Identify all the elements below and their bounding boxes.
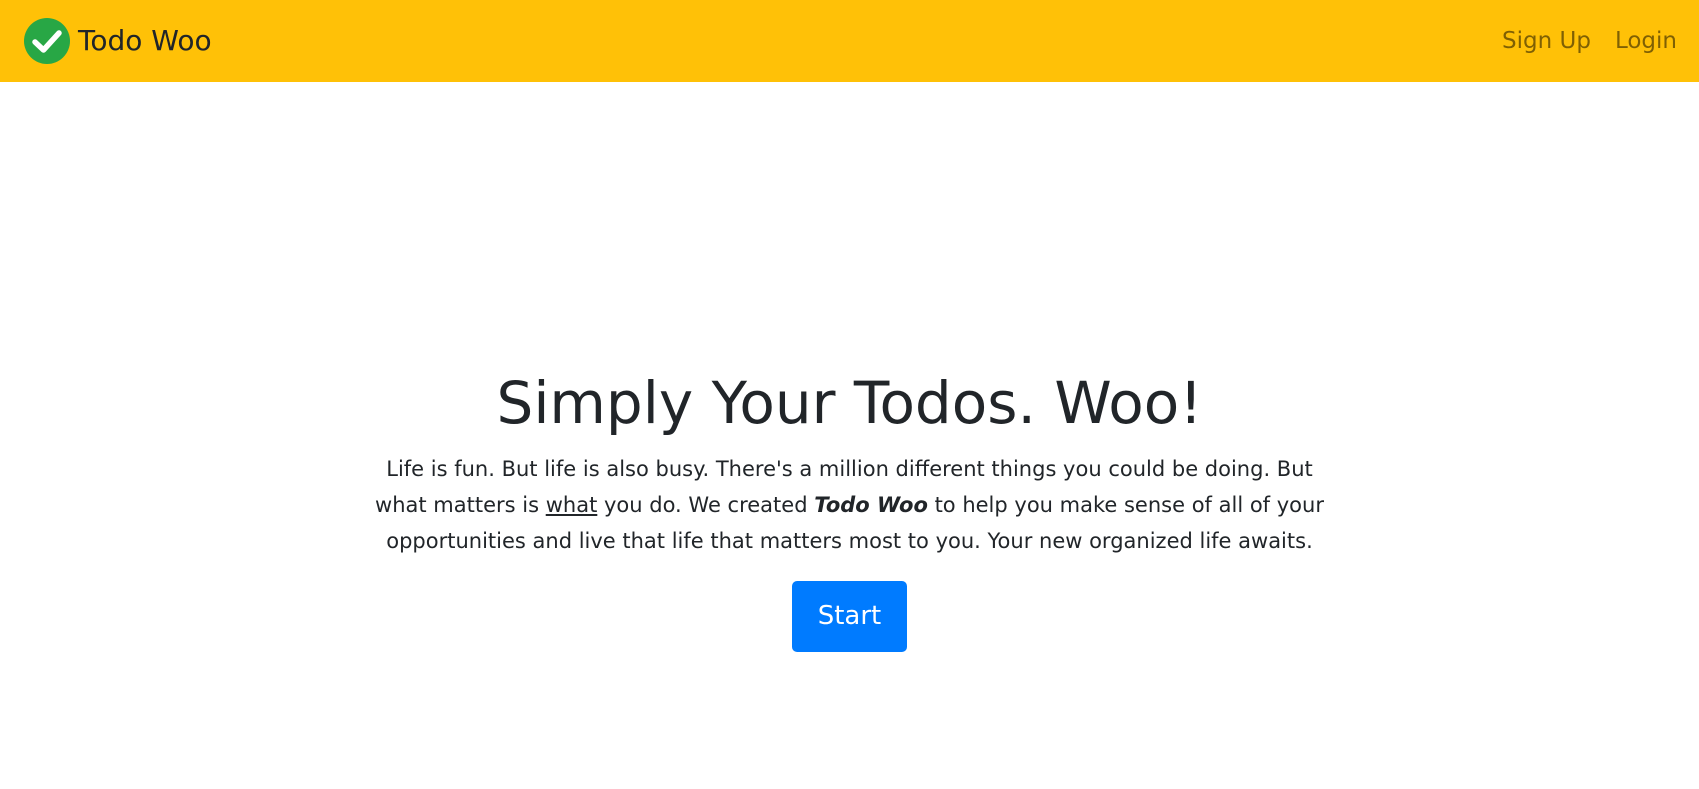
brand-link[interactable]: Todo Woo — [24, 18, 212, 64]
login-link[interactable]: Login — [1615, 28, 1677, 54]
hero-section: Simply Your Todos. Woo! Life is fun. But… — [0, 370, 1699, 652]
hero-paragraph: Life is fun. But life is also busy. Ther… — [360, 451, 1340, 559]
signup-link[interactable]: Sign Up — [1502, 28, 1591, 54]
start-button[interactable]: Start — [791, 580, 908, 652]
hero-title: Simply Your Todos. Woo! — [496, 369, 1203, 437]
navbar: Todo Woo Sign Up Login — [0, 0, 1699, 82]
check-circle-icon — [24, 18, 70, 64]
hero-text-underlined: what — [545, 492, 598, 517]
hero-text-part2: you do. We created — [597, 492, 815, 517]
hero-text-brand-emphasis: Todo Woo — [814, 492, 928, 517]
nav-links: Sign Up Login — [1478, 28, 1677, 54]
brand-name: Todo Woo — [78, 24, 212, 57]
